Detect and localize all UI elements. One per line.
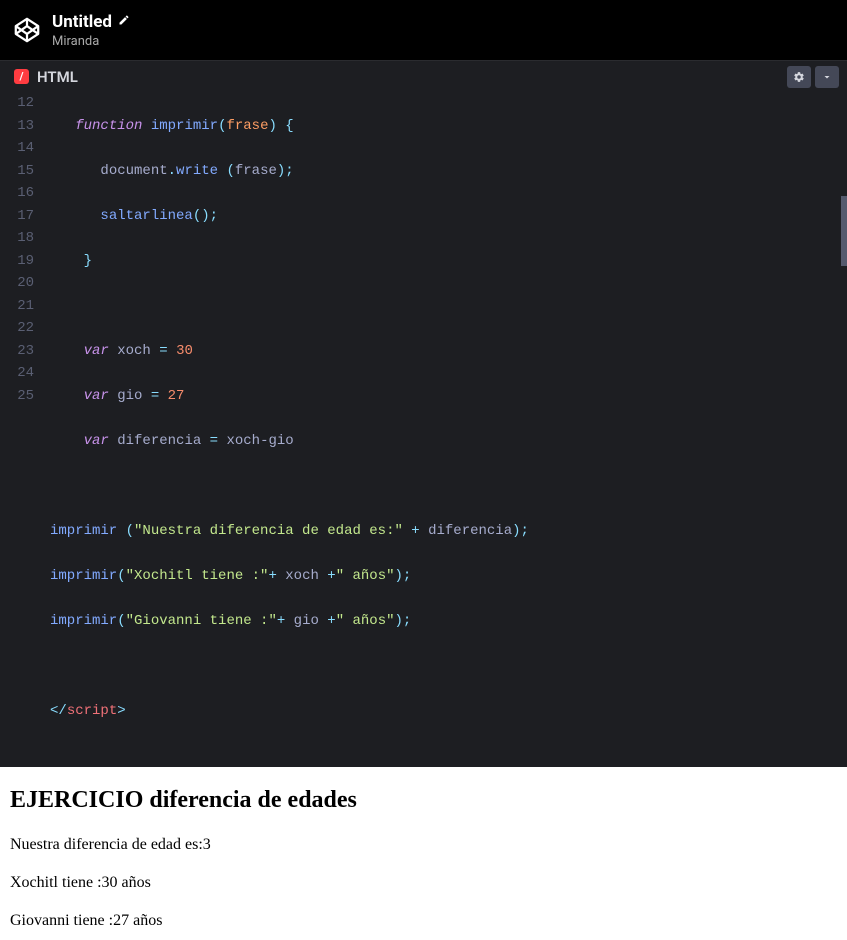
line-number: 13 xyxy=(4,115,34,138)
line-number: 15 xyxy=(4,160,34,183)
line-number: 23 xyxy=(4,340,34,363)
line-gutter: 12 13 14 15 16 17 18 19 20 21 22 23 24 2… xyxy=(0,92,42,767)
tab-label: HTML xyxy=(37,68,78,86)
editor-dropdown-button[interactable] xyxy=(815,66,839,88)
line-number: 24 xyxy=(4,362,34,385)
line-number: 21 xyxy=(4,295,34,318)
editor-tab-bar: / HTML xyxy=(0,60,847,92)
html-tab-icon: / xyxy=(14,69,29,84)
edit-title-icon[interactable] xyxy=(118,14,130,30)
code-editor[interactable]: 12 13 14 15 16 17 18 19 20 21 22 23 24 2… xyxy=(0,92,847,767)
output-heading: EJERCICIO diferencia de edades xyxy=(10,787,837,814)
output-line: Nuestra diferencia de edad es:3 xyxy=(10,836,837,854)
codepen-logo[interactable] xyxy=(12,15,42,45)
code-content[interactable]: function imprimir(frase) { document.writ… xyxy=(42,92,847,767)
output-line: Xochitl tiene :30 años xyxy=(10,874,837,892)
output-line: Giovanni tiene :27 años xyxy=(10,912,837,930)
line-number: 19 xyxy=(4,250,34,273)
line-number: 22 xyxy=(4,317,34,340)
app-header: Untitled Miranda xyxy=(0,0,847,60)
line-number: 16 xyxy=(4,182,34,205)
tab-html[interactable]: / HTML xyxy=(14,68,78,86)
pen-title[interactable]: Untitled xyxy=(52,12,112,32)
line-number: 20 xyxy=(4,272,34,295)
line-number: 25 xyxy=(4,385,34,408)
line-number: 12 xyxy=(4,92,34,115)
scrollbar-indicator[interactable] xyxy=(841,196,847,266)
line-number: 14 xyxy=(4,137,34,160)
line-number: 17 xyxy=(4,205,34,228)
title-block: Untitled Miranda xyxy=(52,12,130,49)
editor-pane: / HTML 12 13 14 15 16 17 18 19 20 21 22 … xyxy=(0,60,847,767)
line-number: 18 xyxy=(4,227,34,250)
pen-author[interactable]: Miranda xyxy=(52,34,130,49)
editor-settings-button[interactable] xyxy=(787,66,811,88)
output-preview: EJERCICIO diferencia de edades Nuestra d… xyxy=(0,767,847,940)
